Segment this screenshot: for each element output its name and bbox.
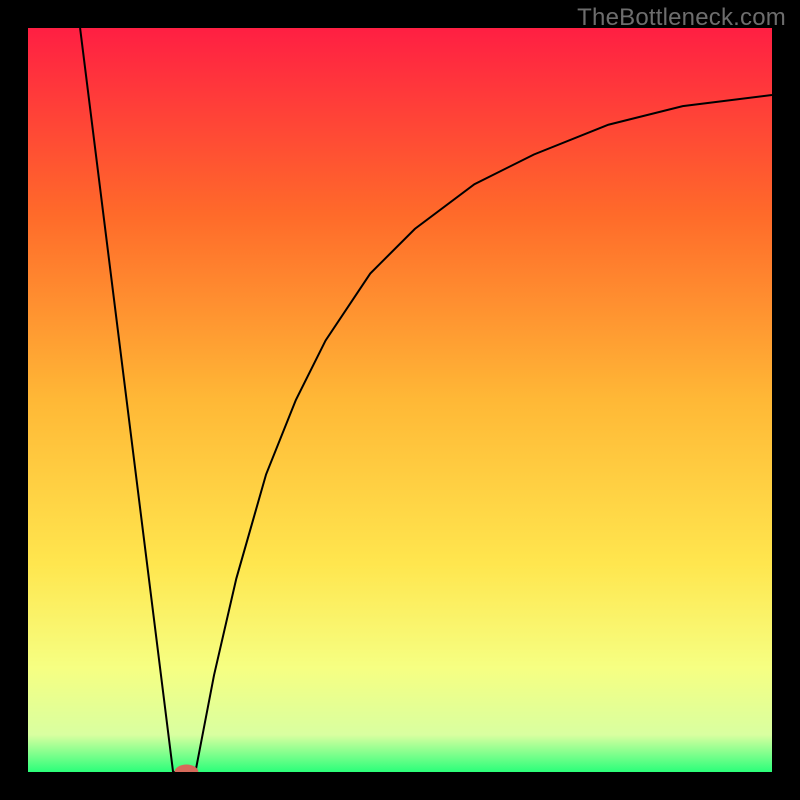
outer-black-frame: TheBottleneck.com [0, 0, 800, 800]
watermark-label: TheBottleneck.com [577, 4, 786, 32]
bottleneck-chart [28, 28, 772, 772]
chart-background [28, 28, 772, 772]
